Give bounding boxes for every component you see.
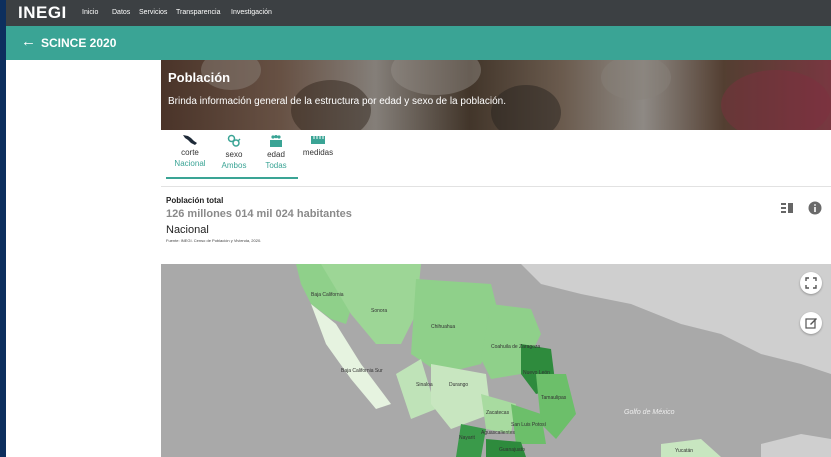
fullscreen-icon (805, 277, 817, 289)
info-icon[interactable] (808, 201, 822, 215)
edit-button[interactable] (800, 312, 822, 334)
stat-source: Fuente: INEGI. Censo de Población y Vivi… (166, 238, 262, 243)
choropleth-map[interactable]: Baja California Sonora Chihuahua Coahuil… (161, 264, 831, 457)
map-label: Coahuila de Zaragoza (491, 344, 540, 350)
control-corte-value: Nacional (174, 159, 206, 168)
ruler-icon (311, 136, 325, 144)
section-divider (161, 186, 831, 187)
top-nav: INEGI Inicio Datos Servicios Transparenc… (6, 0, 831, 26)
map-label: Baja California (311, 292, 344, 298)
nav-investigacion[interactable]: Investigación (231, 8, 272, 18)
control-sexo-label: sexo (225, 150, 243, 159)
map-label: Guanajuato (499, 447, 525, 453)
edit-icon (805, 318, 817, 329)
map-label: Nuevo León (523, 370, 550, 376)
hero-subtitle: Brinda información general de la estruct… (168, 96, 506, 107)
control-medidas[interactable]: medidas (296, 134, 340, 158)
nav-inicio[interactable]: Inicio (82, 8, 98, 18)
control-edad[interactable]: edad Todas (258, 134, 294, 171)
mexico-map-icon (183, 135, 197, 145)
map-label: San Luis Potosí (511, 422, 547, 428)
map-label: Chihuahua (431, 324, 455, 330)
map-canvas[interactable]: Baja California Sonora Chihuahua Coahuil… (161, 264, 831, 457)
table-view-icon[interactable] (781, 203, 793, 213)
map-label: Baja California Sur (341, 368, 383, 374)
map-label: Tamaulipas (541, 395, 567, 401)
active-filters-underline (166, 177, 298, 179)
nav-transparencia[interactable]: Transparencia (176, 8, 221, 18)
hero-shade (161, 60, 831, 130)
map-label: Sonora (371, 308, 387, 314)
map-label: Golfo de México (624, 409, 675, 416)
fullscreen-button[interactable] (800, 272, 822, 294)
map-label: Yucatán (675, 448, 693, 454)
control-medidas-label: medidas (302, 148, 334, 157)
map-label: Sinaloa (416, 382, 433, 388)
hero-banner: Población Brinda información general de … (161, 60, 831, 130)
hero-title: Población (168, 70, 231, 85)
control-edad-value: Todas (265, 161, 287, 170)
control-sexo-value: Ambos (221, 161, 247, 170)
control-corte[interactable]: corte Nacional (172, 134, 208, 169)
age-group-icon (270, 135, 282, 147)
map-label: Zacatecas (486, 410, 510, 416)
inegi-logo[interactable]: INEGI (18, 4, 67, 22)
sidebar (6, 60, 161, 457)
stat-value: 126 millones 014 mil 024 habitantes (166, 208, 352, 220)
control-sexo[interactable]: sexo Ambos (216, 134, 252, 171)
stat-scope: Nacional (166, 224, 209, 236)
control-edad-label: edad (267, 150, 285, 159)
stat-label: Población total (166, 196, 224, 205)
filter-controls: corte Nacional sexo Ambos edad Todas med… (166, 134, 346, 184)
app-frame: INEGI Inicio Datos Servicios Transparenc… (6, 0, 831, 457)
map-label: Durango (449, 382, 468, 388)
arrow-left-icon[interactable]: ← (21, 34, 36, 50)
gender-icon (227, 134, 241, 147)
title-bar: ← SCINCE 2020 (6, 26, 831, 60)
nav-servicios[interactable]: Servicios (139, 8, 167, 18)
app-title: SCINCE 2020 (41, 36, 117, 50)
map-label: Aguascalientes (481, 430, 515, 436)
control-corte-label: corte (181, 148, 199, 157)
nav-datos[interactable]: Datos (112, 8, 130, 18)
map-label: Nayarit (459, 435, 475, 441)
